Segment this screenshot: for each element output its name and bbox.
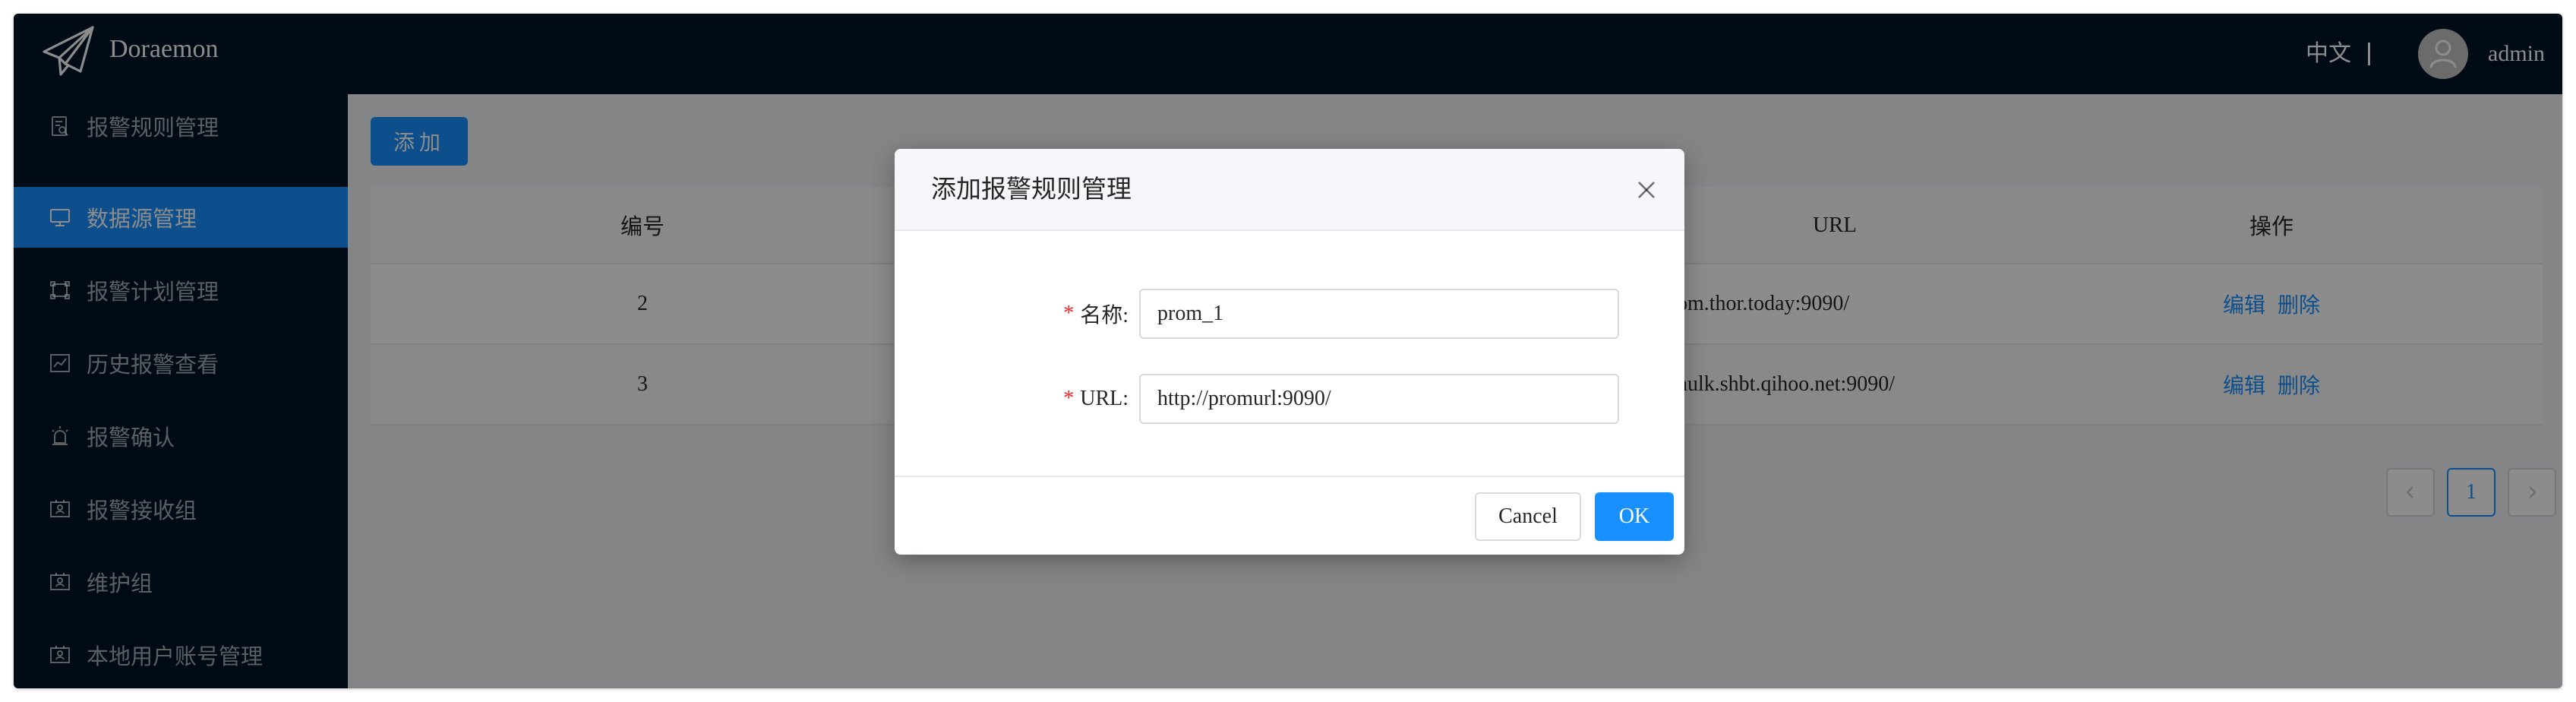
dialog-footer: Cancel OK (895, 476, 1684, 555)
name-input[interactable] (1139, 289, 1619, 339)
close-icon[interactable] (1630, 173, 1663, 207)
name-label: * 名称: (1063, 289, 1129, 339)
form-row-url: * URL: (895, 374, 1684, 424)
form-row-name: * 名称: (895, 289, 1684, 339)
app-window: Doraemon 中文 admin 报警规则管理 数据源管理 报警计划管理 历史… (14, 14, 2562, 688)
url-input[interactable] (1139, 374, 1619, 424)
url-label: * URL: (1063, 374, 1129, 424)
dialog-title: 添加报警规则管理 (931, 176, 1132, 204)
required-mark: * (1063, 302, 1075, 325)
ok-button[interactable]: OK (1595, 492, 1674, 541)
required-mark: * (1063, 387, 1075, 410)
add-datasource-dialog: 添加报警规则管理 * 名称: * URL: Cancel OK (895, 149, 1684, 555)
cancel-button[interactable]: Cancel (1475, 492, 1581, 541)
field-label-text: URL: (1080, 387, 1129, 410)
field-label-text: 名称: (1080, 304, 1129, 327)
dialog-header: 添加报警规则管理 (895, 149, 1684, 231)
